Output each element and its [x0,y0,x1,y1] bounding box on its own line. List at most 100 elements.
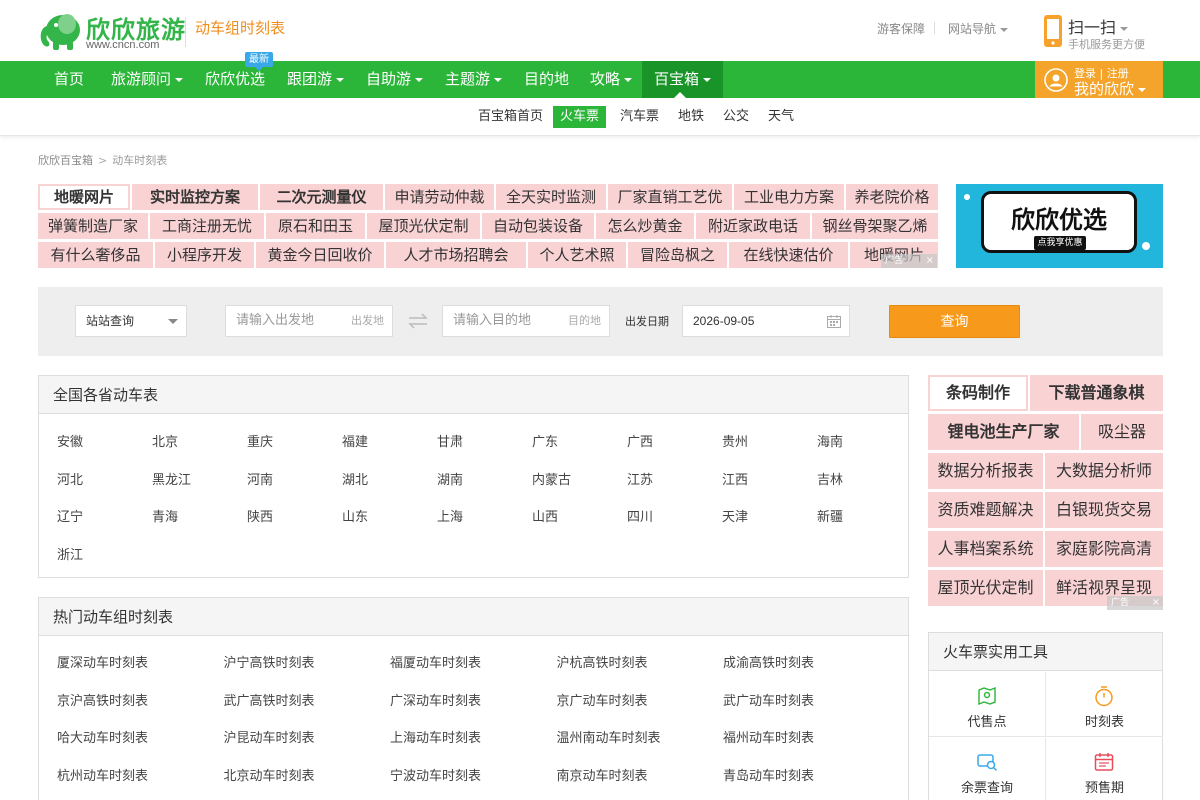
hot-timetable-link[interactable]: 沪昆动车时刻表 [224,727,315,746]
province-link[interactable]: 青海 [152,506,178,525]
tool-presale-period[interactable]: 预售期 [1046,738,1163,800]
province-link[interactable]: 山东 [342,506,368,525]
province-link[interactable]: 河北 [57,469,83,488]
tool-timetable[interactable]: 时刻表 [1046,672,1163,737]
ad-link[interactable]: 钢丝骨架聚乙烯 [812,213,938,239]
province-link[interactable]: 辽宁 [57,506,83,525]
hot-timetable-link[interactable]: 杭州动车时刻表 [57,765,148,784]
province-link[interactable]: 湖北 [342,469,368,488]
province-link[interactable]: 新疆 [817,506,843,525]
nav-guide[interactable]: 攻略 [578,61,644,98]
province-link[interactable]: 浙江 [57,544,83,563]
ad-link[interactable]: 养老院价格 [846,184,938,210]
ad-link[interactable]: 实时监控方案 [132,184,258,210]
hot-timetable-link[interactable]: 沪宁高铁时刻表 [224,652,315,671]
hot-timetable-link[interactable]: 青岛动车时刻表 [723,765,814,784]
close-icon[interactable]: × [926,254,934,268]
hot-timetable-link[interactable]: 京沪高铁时刻表 [57,690,148,709]
province-link[interactable]: 山西 [532,506,558,525]
hot-timetable-link[interactable]: 成渝高铁时刻表 [723,652,814,671]
site-logo[interactable]: 欣欣旅游 www.cncn.com [37,8,185,54]
departure-input[interactable]: 请输入出发地 出发地 [225,305,393,337]
sidebar-ad-link[interactable]: 下载普通象棋 [1030,375,1163,411]
ad-link[interactable]: 厂家直销工艺优 [608,184,732,210]
province-link[interactable]: 甘肃 [437,431,463,450]
province-link[interactable]: 福建 [342,431,368,450]
province-link[interactable]: 湖南 [437,469,463,488]
hot-timetable-link[interactable]: 武广高铁时刻表 [224,690,315,709]
departure-date-input[interactable]: 2026-09-05 [682,305,850,337]
province-link[interactable]: 天津 [722,506,748,525]
hot-timetable-link[interactable]: 厦深动车时刻表 [57,652,148,671]
sidebar-ad-link[interactable]: 大数据分析师 [1045,453,1163,489]
ad-link[interactable]: 个人艺术照 [528,242,626,268]
ad-link[interactable]: 工业电力方案 [734,184,844,210]
hot-timetable-link[interactable]: 福州动车时刻表 [723,727,814,746]
ad-link[interactable]: 冒险岛枫之 [628,242,727,268]
ad-link[interactable]: 怎么炒黄金 [596,213,694,239]
hot-timetable-link[interactable]: 温州南动车时刻表 [557,727,661,746]
ad-link[interactable]: 附近家政电话 [696,213,810,239]
province-link[interactable]: 河南 [247,469,273,488]
ad-link[interactable]: 小程序开发 [155,242,254,268]
hot-timetable-link[interactable]: 北京动车时刻表 [224,765,315,784]
ad-link[interactable]: 屋顶光伏定制 [367,213,480,239]
subnav-train-ticket[interactable]: 火车票 [553,106,607,128]
ad-link[interactable]: 弹簧制造厂家 [38,213,148,239]
province-link[interactable]: 重庆 [247,431,273,450]
subnav-bus-ticket[interactable]: 汽车票 [613,106,666,128]
ad-link[interactable]: 地暖网片 [38,184,130,210]
sidebar-ad-link[interactable]: 屋顶光伏定制 [928,570,1043,606]
my-account-menu[interactable]: 登录 | 注册 我的欣欣 [1035,61,1163,98]
province-link[interactable]: 陕西 [247,506,273,525]
hot-timetable-link[interactable]: 福厦动车时刻表 [390,652,481,671]
province-link[interactable]: 贵州 [722,431,748,450]
promo-banner[interactable]: 欣欣优选 点我享优惠 [956,184,1163,268]
breadcrumb-home[interactable]: 欣欣百宝箱 [38,154,93,167]
ad-link[interactable]: 原石和田玉 [266,213,365,239]
province-link[interactable]: 四川 [627,506,653,525]
province-link[interactable]: 广东 [532,431,558,450]
sidebar-ad-link[interactable]: 数据分析报表 [928,453,1043,489]
sidebar-ad-link[interactable]: 人事档案系统 [928,531,1043,567]
hot-timetable-link[interactable]: 哈大动车时刻表 [57,727,148,746]
hot-timetable-link[interactable]: 宁波动车时刻表 [390,765,481,784]
close-icon[interactable]: × [1152,596,1160,610]
query-mode-select[interactable]: 站站查询 [75,305,187,337]
destination-input[interactable]: 请输入目的地 目的地 [442,305,610,337]
site-nav-link[interactable]: 网站导航 [948,20,1009,37]
hot-timetable-link[interactable]: 上海动车时刻表 [390,727,481,746]
sidebar-ad-link[interactable]: 锂电池生产厂家 [928,414,1079,450]
guarantee-link[interactable]: 游客保障 [877,20,925,37]
hot-timetable-link[interactable]: 武广动车时刻表 [723,690,814,709]
province-link[interactable]: 内蒙古 [532,469,571,488]
province-link[interactable]: 安徽 [57,431,83,450]
nav-travel-advisor[interactable]: 旅游顾问 [99,61,195,98]
nav-self-guided[interactable]: 自助游 [354,61,435,98]
ad-link[interactable]: 有什么奢侈品 [38,242,153,268]
subnav-bus[interactable]: 公交 [716,106,756,128]
sidebar-ad-link[interactable]: 家庭影院高清 [1045,531,1163,567]
province-link[interactable]: 江苏 [627,469,653,488]
ad-link[interactable]: 黄金今日回收价 [256,242,384,268]
subnav-toolbox-home[interactable]: 百宝箱首页 [471,106,550,128]
ad-link[interactable]: 人才市场招聘会 [386,242,526,268]
province-link[interactable]: 北京 [152,431,178,450]
search-button[interactable]: 查询 [889,305,1020,338]
hot-timetable-link[interactable]: 南京动车时刻表 [557,765,648,784]
province-link[interactable]: 广西 [627,431,653,450]
subnav-metro[interactable]: 地铁 [671,106,711,128]
hot-timetable-link[interactable]: 广深动车时刻表 [390,690,481,709]
ad-link[interactable]: 在线快速估价 [729,242,848,268]
province-link[interactable]: 海南 [817,431,843,450]
tool-ticket-outlets[interactable]: 代售点 [929,672,1046,737]
subnav-weather[interactable]: 天气 [761,106,801,128]
ad-link[interactable]: 申请劳动仲裁 [385,184,494,210]
swap-stations-icon[interactable] [407,310,429,332]
province-link[interactable]: 江西 [722,469,748,488]
nav-home[interactable]: 首页 [42,61,96,98]
province-link[interactable]: 上海 [437,506,463,525]
province-link[interactable]: 黑龙江 [152,469,191,488]
nav-theme-tour[interactable]: 主题游 [433,61,514,98]
ad-link[interactable]: 自动包装设备 [482,213,594,239]
